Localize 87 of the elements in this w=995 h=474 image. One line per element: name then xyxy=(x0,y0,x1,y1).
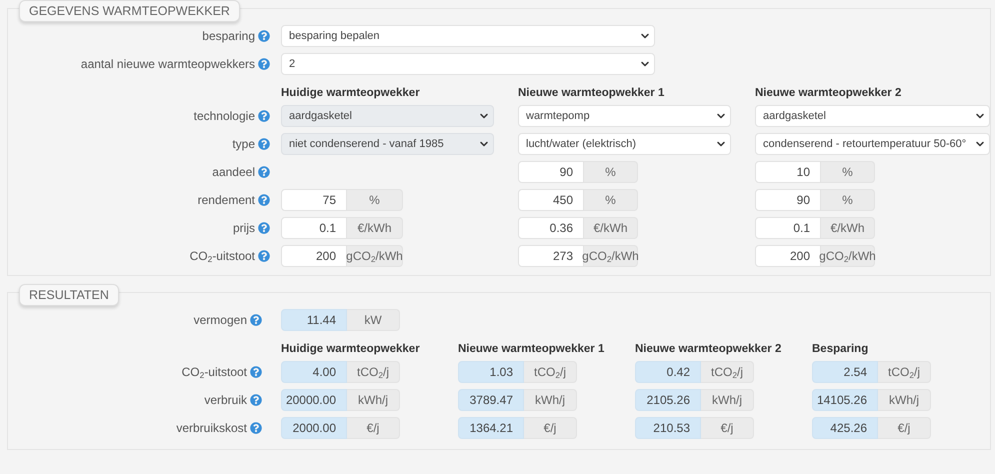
unit-label: €/kWh xyxy=(347,217,403,239)
help-icon[interactable] xyxy=(250,394,262,406)
number-field[interactable]: 0.1 xyxy=(755,217,821,239)
dropdown[interactable]: lucht/water (elektrisch) xyxy=(518,133,731,155)
unit-label: tCO$_{2}$/j xyxy=(878,361,931,383)
help-icon[interactable] xyxy=(258,166,270,178)
help-icon[interactable] xyxy=(258,138,270,150)
help-icon[interactable] xyxy=(258,250,270,262)
result-value: 210.53 xyxy=(635,417,701,439)
unit-label: gCO$_{2}$/kWh xyxy=(347,245,403,267)
number-field[interactable]: 90 xyxy=(518,161,584,183)
field-label: verbruikskost xyxy=(176,421,247,435)
field-label: CO$_{2}$-uitstoot xyxy=(190,249,255,263)
unit-label: % xyxy=(584,189,638,211)
field-label: CO$_{2}$-uitstoot xyxy=(182,365,247,379)
field-label: aantal nieuwe warmteopwekkers xyxy=(80,57,255,71)
column-header: Nieuwe warmteopwekker 2 xyxy=(635,342,782,355)
number-field[interactable]: 200 xyxy=(281,245,347,267)
unit-label: kWh/j xyxy=(701,389,754,411)
result-value: 1364.21 xyxy=(458,417,524,439)
help-icon[interactable] xyxy=(250,314,262,326)
result-value: 4.00 xyxy=(281,361,347,383)
dropdown[interactable]: aardgasketel xyxy=(755,105,990,127)
help-icon[interactable] xyxy=(258,194,270,206)
unit-label: €/kWh xyxy=(584,217,638,239)
field-label: aandeel xyxy=(212,165,255,179)
unit-label: tCO$_{2}$/j xyxy=(524,361,577,383)
number-field[interactable]: 0.1 xyxy=(281,217,347,239)
column-header: Besparing xyxy=(812,342,868,355)
number-field[interactable]: 450 xyxy=(518,189,584,211)
number-field[interactable]: 10 xyxy=(755,161,821,183)
section-legend: RESULTATEN xyxy=(19,284,119,306)
unit-label: gCO$_{2}$/kWh xyxy=(584,245,638,267)
number-field[interactable]: 0.36 xyxy=(518,217,584,239)
result-value: 20000.00 xyxy=(281,389,347,411)
unit-label: €/j xyxy=(878,417,931,439)
unit-label: tCO$_{2}$/j xyxy=(701,361,754,383)
dropdown[interactable]: besparing bepalen xyxy=(281,25,655,47)
result-value: 14105.26 xyxy=(812,389,878,411)
result-value: 11.44 xyxy=(281,309,347,331)
unit-label: % xyxy=(821,161,875,183)
unit-label: % xyxy=(821,189,875,211)
result-value: 3789.47 xyxy=(458,389,524,411)
unit-label: €/j xyxy=(524,417,577,439)
unit-label: % xyxy=(347,189,403,211)
result-value: 1.03 xyxy=(458,361,524,383)
column-header: Huidige warmteopwekker xyxy=(281,86,420,99)
field-label: besparing xyxy=(202,29,255,43)
unit-label: tCO$_{2}$/j xyxy=(347,361,400,383)
number-field[interactable]: 273 xyxy=(518,245,584,267)
unit-label: kW xyxy=(347,309,400,331)
field-label: verbruik xyxy=(204,393,247,407)
help-icon[interactable] xyxy=(258,110,270,122)
unit-label: kWh/j xyxy=(878,389,931,411)
field-label: prijs xyxy=(232,221,255,235)
dropdown[interactable]: warmtepomp xyxy=(518,105,731,127)
unit-label: €/j xyxy=(347,417,400,439)
number-field[interactable]: 200 xyxy=(755,245,821,267)
unit-label: % xyxy=(584,161,638,183)
section-legend: GEGEVENS WARMTEOPWEKKER xyxy=(19,0,240,22)
help-icon[interactable] xyxy=(258,30,270,42)
unit-label: gCO$_{2}$/kWh xyxy=(821,245,875,267)
dropdown[interactable]: condenserend - retourtemperatuur 50-60° xyxy=(755,133,990,155)
result-value: 2.54 xyxy=(812,361,878,383)
unit-label: €/kWh xyxy=(821,217,875,239)
unit-label: kWh/j xyxy=(347,389,400,411)
result-value: 425.26 xyxy=(812,417,878,439)
dropdown[interactable]: 2 xyxy=(281,53,655,75)
column-header: Nieuwe warmteopwekker 1 xyxy=(458,342,604,355)
column-header: Nieuwe warmteopwekker 1 xyxy=(518,86,664,99)
help-icon[interactable] xyxy=(258,222,270,234)
help-icon[interactable] xyxy=(250,422,262,434)
result-value: 2000.00 xyxy=(281,417,347,439)
number-field[interactable]: 75 xyxy=(281,189,347,211)
field-label: rendement xyxy=(198,193,255,207)
number-field[interactable]: 90 xyxy=(755,189,821,211)
field-label: technologie xyxy=(194,109,255,123)
column-header: Huidige warmteopwekker xyxy=(281,342,420,355)
column-header: Nieuwe warmteopwekker 2 xyxy=(755,86,902,99)
field-label: vermogen xyxy=(194,313,247,327)
unit-label: €/j xyxy=(701,417,754,439)
unit-label: kWh/j xyxy=(524,389,577,411)
result-value: 0.42 xyxy=(635,361,701,383)
field-label: type xyxy=(232,137,255,151)
help-icon[interactable] xyxy=(258,58,270,70)
result-value: 2105.26 xyxy=(635,389,701,411)
help-icon[interactable] xyxy=(250,366,262,378)
